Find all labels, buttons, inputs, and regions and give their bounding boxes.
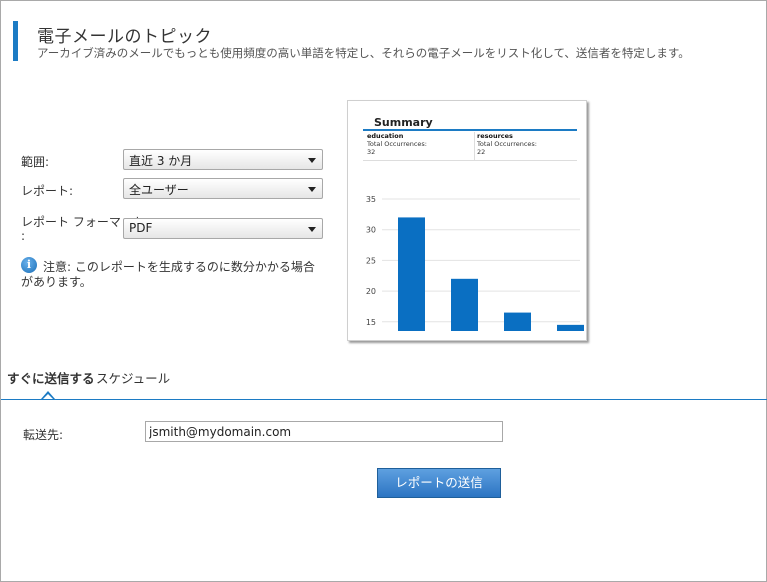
report-select[interactable]: 全ユーザー xyxy=(123,178,323,199)
y-tick-label: 30 xyxy=(366,226,376,235)
bar-mark xyxy=(557,324,584,331)
preview-column-caption: Total Occurrences: xyxy=(367,140,427,148)
preview-column-caption: Total Occurrences: xyxy=(477,140,537,148)
preview-column-value: 32 xyxy=(367,148,376,156)
page-subtitle: アーカイブ済みのメールでもっとも使用頻度の高い単語を特定し、それらの電子メールを… xyxy=(37,46,690,60)
chevron-down-icon xyxy=(308,158,316,163)
format-select-value: PDF xyxy=(129,221,153,235)
preview-column-name: education xyxy=(367,132,404,140)
tab-schedule[interactable]: スケジュール xyxy=(96,368,170,387)
format-select[interactable]: PDF xyxy=(123,218,323,239)
tab-bar: すぐに送信する スケジュール xyxy=(1,368,767,400)
bar-mark xyxy=(451,278,478,331)
preview-table-bottom xyxy=(363,160,577,161)
range-select[interactable]: 直近 3 か月 xyxy=(123,149,323,170)
preview-column-value: 22 xyxy=(477,148,486,156)
report-window: 電子メールのトピック アーカイブ済みのメールでもっとも使用頻度の高い単語を特定し… xyxy=(0,0,767,582)
y-tick-label: 35 xyxy=(366,195,376,204)
bar-chart: 35 30 25 20 15 xyxy=(366,195,584,331)
y-tick-label: 20 xyxy=(366,287,376,296)
report-select-value: 全ユーザー xyxy=(129,183,189,197)
page-title: 電子メールのトピック xyxy=(37,27,212,47)
note-text: 注意: このレポートを生成するのに数分かかる場合があります。 xyxy=(21,260,315,289)
send-report-button[interactable]: レポートの送信 xyxy=(377,468,501,498)
tab-send-now[interactable]: すぐに送信する xyxy=(7,368,95,387)
range-label: 範囲: xyxy=(21,155,50,169)
range-select-value: 直近 3 か月 xyxy=(129,154,193,168)
preview-column-resources: resources Total Occurrences: 22 xyxy=(477,132,537,156)
y-tick-label: 15 xyxy=(366,318,376,327)
chevron-down-icon xyxy=(308,227,316,232)
report-label: レポート: xyxy=(21,184,74,198)
report-preview: Summary education Total Occurrences: 32 … xyxy=(347,100,587,341)
header-accent-bar xyxy=(13,21,18,61)
preview-column-name: resources xyxy=(477,132,513,140)
recipient-email-input[interactable] xyxy=(145,421,503,442)
preview-divider xyxy=(363,129,577,131)
y-tick-label: 25 xyxy=(366,256,376,265)
bar-mark xyxy=(398,217,425,331)
preview-column-divider xyxy=(474,132,475,160)
tab-underline xyxy=(1,399,767,400)
chevron-down-icon xyxy=(308,187,316,192)
bar-mark xyxy=(504,312,531,331)
to-label: 転送先: xyxy=(23,428,64,442)
preview-title: Summary xyxy=(374,116,433,129)
preview-column-education: education Total Occurrences: 32 xyxy=(367,132,427,156)
